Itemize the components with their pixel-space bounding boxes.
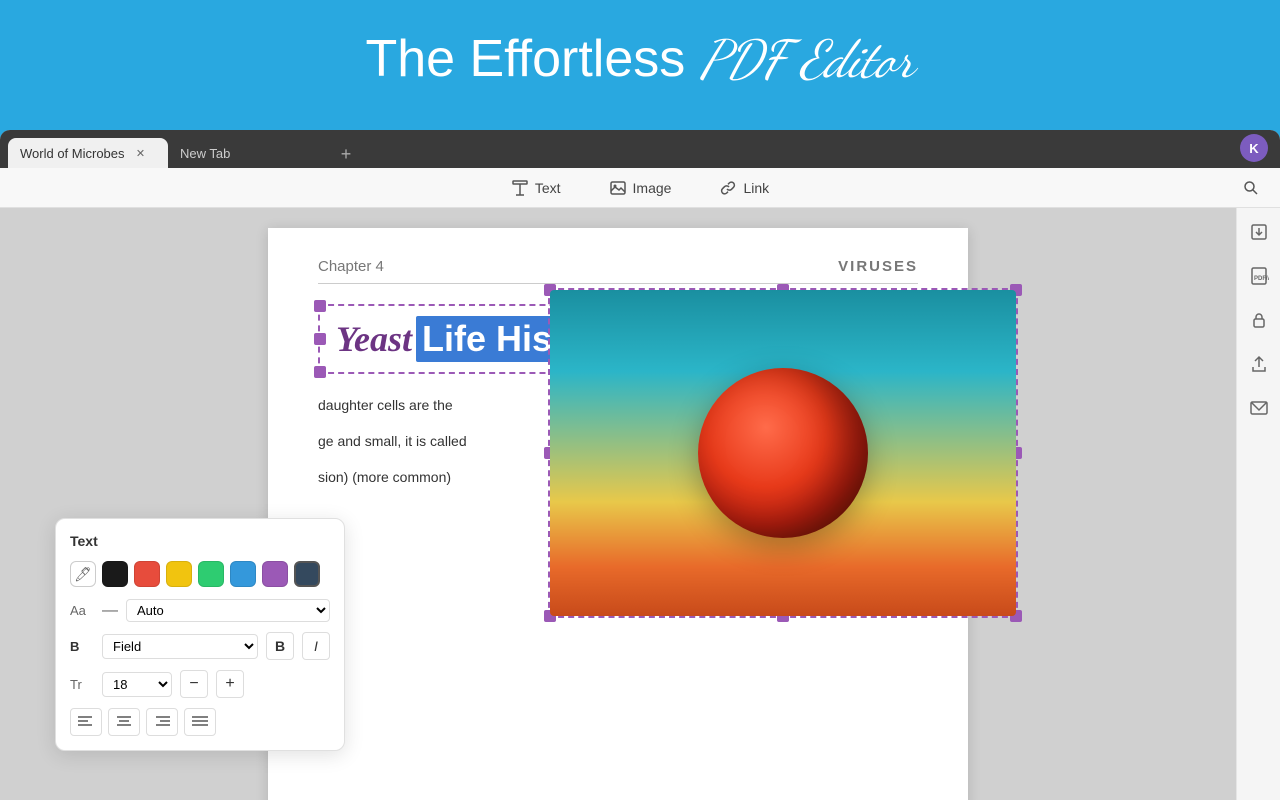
- new-tab-button[interactable]: +: [332, 140, 360, 168]
- link-icon: [719, 179, 737, 197]
- text-icon: [511, 179, 529, 197]
- image-icon: [609, 179, 627, 197]
- italic-button[interactable]: I: [302, 632, 330, 660]
- font-size-number-select[interactable]: 18: [102, 672, 172, 697]
- tab-new-tab[interactable]: New Tab: [168, 138, 328, 168]
- svg-text:PDF/A: PDF/A: [1254, 276, 1269, 282]
- align-center-button[interactable]: [108, 708, 140, 736]
- main-area: Chapter 4 VIRUSES Yeast Life History: [0, 208, 1280, 800]
- color-row: 🖊: [70, 561, 330, 587]
- download-icon[interactable]: [1247, 220, 1271, 244]
- color-swatch-blue[interactable]: [230, 561, 256, 587]
- toolbar-text-button[interactable]: Text: [503, 175, 569, 201]
- pdf-area: Chapter 4 VIRUSES Yeast Life History: [0, 208, 1236, 800]
- lock-icon[interactable]: [1247, 308, 1271, 332]
- share-icon[interactable]: [1247, 352, 1271, 376]
- color-swatch-purple[interactable]: [262, 561, 288, 587]
- toolbar-right-actions: [1234, 175, 1268, 201]
- size-row: Tr 18 − +: [70, 670, 330, 698]
- app-tagline: The Effortless PDF Editor: [0, 28, 1280, 91]
- tab-world-of-microbes[interactable]: World of Microbes ✕: [8, 138, 168, 168]
- tagline-plain: The Effortless: [365, 30, 699, 88]
- tagline-cursive: PDF Editor: [700, 28, 915, 91]
- toolbar-link-button[interactable]: Link: [711, 175, 777, 201]
- right-sidebar: PDF/A: [1236, 208, 1280, 800]
- viruses-label: VIRUSES: [838, 258, 918, 275]
- handle-bottom-left[interactable]: [314, 366, 326, 378]
- sphere-image: [550, 290, 1016, 616]
- size-label: Tr: [70, 677, 94, 692]
- bold-button[interactable]: B: [266, 632, 294, 660]
- top-banner: The Effortless PDF Editor: [0, 0, 1280, 120]
- text-label: Text: [535, 180, 561, 196]
- color-swatch-black[interactable]: [102, 561, 128, 587]
- tab-close-button[interactable]: ✕: [133, 145, 149, 161]
- tab-bar: World of Microbes ✕ New Tab + K: [0, 130, 1280, 168]
- browser-window: World of Microbes ✕ New Tab + K Text Ima…: [0, 130, 1280, 800]
- search-icon: [1242, 179, 1260, 197]
- align-row: [70, 708, 330, 736]
- pdf-convert-icon[interactable]: PDF/A: [1247, 264, 1271, 288]
- tab-label: World of Microbes: [20, 146, 125, 161]
- color-swatch-custom[interactable]: [294, 561, 320, 587]
- panel-title: Text: [70, 533, 330, 549]
- aa-row: Aa — Auto: [70, 599, 330, 622]
- color-swatch-green[interactable]: [198, 561, 224, 587]
- tab-label: New Tab: [180, 146, 230, 161]
- image-selection-box[interactable]: [548, 288, 1018, 618]
- image-label: Image: [633, 180, 672, 196]
- color-swatch-red[interactable]: [134, 561, 160, 587]
- font-family-select[interactable]: Field: [102, 634, 258, 659]
- chapter-label: Chapter 4: [318, 258, 384, 275]
- title-yeast: Yeast: [336, 318, 412, 360]
- page-header: Chapter 4 VIRUSES: [318, 258, 918, 284]
- user-avatar-button[interactable]: K: [1240, 134, 1268, 162]
- text-formatting-panel: Text 🖊 Aa — Auto: [55, 518, 345, 751]
- align-right-button[interactable]: [146, 708, 178, 736]
- handle-top-left[interactable]: [314, 300, 326, 312]
- align-justify-button[interactable]: [184, 708, 216, 736]
- pdf-page: Chapter 4 VIRUSES Yeast Life History: [268, 228, 968, 800]
- toolbar-image-button[interactable]: Image: [601, 175, 680, 201]
- align-left-button[interactable]: [70, 708, 102, 736]
- aa-label: Aa: [70, 603, 94, 618]
- font-size-select[interactable]: Auto: [126, 599, 330, 622]
- size-decrease-button[interactable]: −: [180, 670, 208, 698]
- aa-dash: —: [102, 602, 118, 620]
- search-button[interactable]: [1234, 175, 1268, 201]
- sphere-ball: [698, 368, 868, 538]
- font-row: B Field B I: [70, 632, 330, 660]
- mail-icon[interactable]: [1247, 396, 1271, 420]
- editor-toolbar: Text Image Link: [0, 168, 1280, 208]
- size-increase-button[interactable]: +: [216, 670, 244, 698]
- color-swatch-yellow[interactable]: [166, 561, 192, 587]
- color-edit-icon[interactable]: 🖊: [70, 561, 96, 587]
- handle-middle-left[interactable]: [314, 333, 326, 345]
- link-label: Link: [743, 180, 769, 196]
- font-b-label: B: [70, 639, 94, 654]
